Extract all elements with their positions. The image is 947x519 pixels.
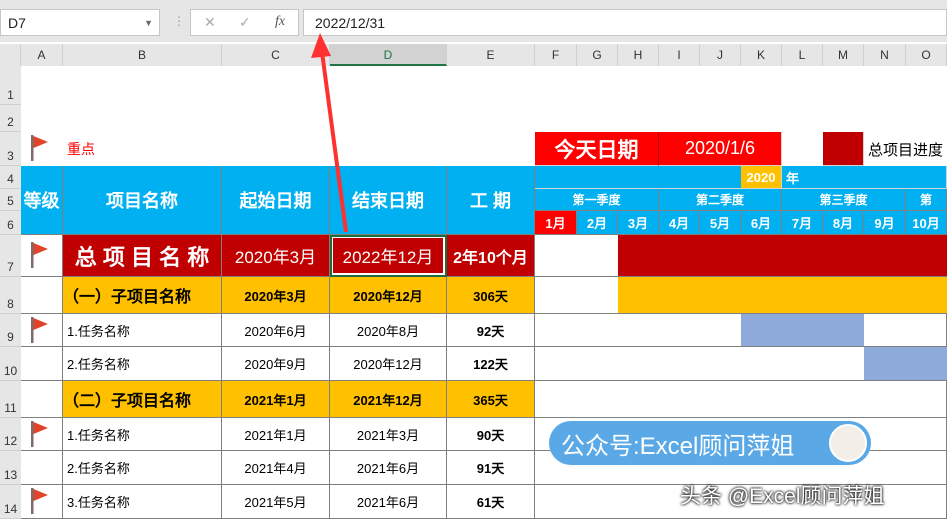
annotation-arrow [311,33,348,233]
arrow-shaft [320,51,348,233]
arrow-head [311,33,331,58]
